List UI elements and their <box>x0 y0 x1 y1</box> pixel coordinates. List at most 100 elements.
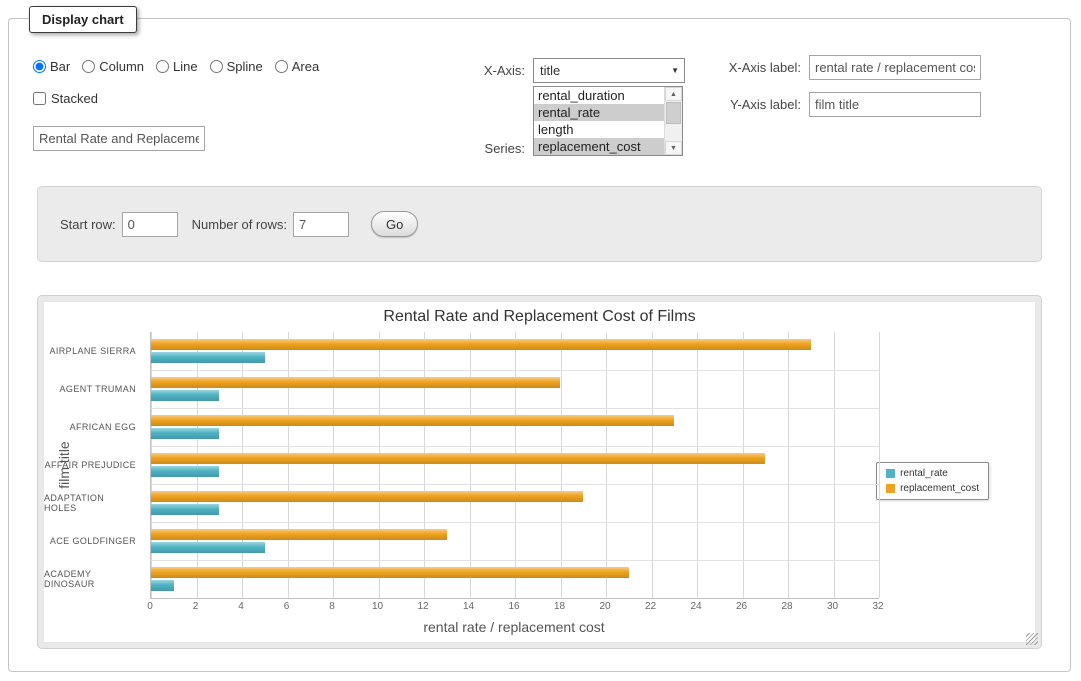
num-rows-label: Number of rows: <box>192 217 287 232</box>
xtick-label: 14 <box>463 601 474 612</box>
chart: Rental Rate and Replacement Cost of Film… <box>44 302 1035 642</box>
rows-panel: Start row: Number of rows: Go <box>37 186 1042 262</box>
legend-swatch-icon <box>886 469 895 478</box>
stacked-option[interactable]: Stacked <box>33 91 98 106</box>
xaxis-field-label: X-Axis: <box>439 63 525 78</box>
xtick-label: 8 <box>329 601 335 612</box>
chart-type-option-bar[interactable]: Bar <box>33 59 70 74</box>
bar-group <box>151 332 879 370</box>
category-label: ACE GOLDFINGER <box>44 522 144 560</box>
xtick-label: 28 <box>781 601 792 612</box>
legend-swatch-icon <box>886 484 895 493</box>
legend-label: rental_rate <box>900 468 948 479</box>
chart-type-label: Bar <box>50 59 70 74</box>
bar-rental_rate[interactable] <box>151 428 219 439</box>
xtick-label: 24 <box>690 601 701 612</box>
chart-title: Rental Rate and Replacement Cost of Film… <box>44 308 1035 326</box>
go-button[interactable]: Go <box>371 211 418 237</box>
bar-rental_rate[interactable] <box>151 352 265 363</box>
bar-replacement_cost[interactable] <box>151 377 560 388</box>
series-field-label: Series: <box>439 141 525 156</box>
xaxis-select-value: title <box>540 63 560 78</box>
xtick-label: 12 <box>417 601 428 612</box>
chart-type-options: Bar Column Line Spline Area <box>33 59 331 74</box>
xtick-label: 6 <box>284 601 290 612</box>
chart-type-radio-bar[interactable] <box>33 60 46 73</box>
category-label: ACADEMY DINOSAUR <box>44 560 144 598</box>
series-option[interactable]: replacement_cost <box>534 138 665 155</box>
xtick-label: 32 <box>872 601 883 612</box>
bar-group <box>151 408 879 446</box>
category-label: AFRICAN EGG <box>44 408 144 446</box>
scrollbar-track[interactable] <box>665 125 682 141</box>
chart-legend: rental_rate replacement_cost <box>876 462 989 500</box>
start-row-label: Start row: <box>60 217 116 232</box>
series-option[interactable]: length <box>534 121 665 138</box>
gridline <box>879 332 880 598</box>
chart-type-radio-column[interactable] <box>82 60 95 73</box>
bar-rental_rate[interactable] <box>151 542 265 553</box>
chart-title-input[interactable] <box>33 126 205 151</box>
bar-group <box>151 370 879 408</box>
category-label: AIRPLANE SIERRA <box>44 332 144 370</box>
bar-replacement_cost[interactable] <box>151 567 629 578</box>
xaxis-ticks: 02468101214161820222426283032 <box>150 601 878 614</box>
legend-label: replacement_cost <box>900 483 979 494</box>
bar-rental_rate[interactable] <box>151 580 174 591</box>
num-rows-input[interactable] <box>293 212 349 237</box>
xtick-label: 20 <box>599 601 610 612</box>
xtick-label: 30 <box>827 601 838 612</box>
xtick-label: 26 <box>736 601 747 612</box>
xtick-label: 2 <box>193 601 199 612</box>
display-chart-panel: Display chart Bar Column Line Spline Are… <box>8 18 1071 672</box>
xtick-label: 18 <box>554 601 565 612</box>
bar-replacement_cost[interactable] <box>151 491 583 502</box>
category-label: AFFAIR PREJUDICE <box>44 446 144 484</box>
bar-rental_rate[interactable] <box>151 390 219 401</box>
start-row-input[interactable] <box>122 212 178 237</box>
stacked-label: Stacked <box>51 91 98 106</box>
xtick-label: 16 <box>508 601 519 612</box>
stacked-checkbox[interactable] <box>33 92 46 105</box>
bar-rental_rate[interactable] <box>151 504 219 515</box>
xtick-label: 0 <box>147 601 153 612</box>
chart-type-option-area[interactable]: Area <box>275 59 319 74</box>
xaxis-title: rental rate / replacement cost <box>150 619 878 635</box>
category-label: ADAPTATION HOLES <box>44 484 144 522</box>
chart-type-option-column[interactable]: Column <box>82 59 144 74</box>
plot-area <box>150 332 879 599</box>
chart-type-label: Line <box>173 59 198 74</box>
chart-type-label: Area <box>292 59 319 74</box>
bar-replacement_cost[interactable] <box>151 415 674 426</box>
chart-type-radio-spline[interactable] <box>210 60 223 73</box>
chart-type-option-line[interactable]: Line <box>156 59 198 74</box>
category-labels: AIRPLANE SIERRAAGENT TRUMANAFRICAN EGGAF… <box>44 332 144 598</box>
chart-type-radio-line[interactable] <box>156 60 169 73</box>
xtick-label: 10 <box>372 601 383 612</box>
bar-group <box>151 522 879 560</box>
bar-group <box>151 446 879 484</box>
bar-group <box>151 484 879 522</box>
bar-rental_rate[interactable] <box>151 466 219 477</box>
resize-handle[interactable] <box>1026 633 1038 645</box>
bar-replacement_cost[interactable] <box>151 529 447 540</box>
legend-item-rental_rate[interactable]: rental_rate <box>886 468 979 479</box>
chart-panel: Rental Rate and Replacement Cost of Film… <box>37 295 1042 649</box>
chart-type-label: Column <box>99 59 144 74</box>
xtick-label: 22 <box>645 601 656 612</box>
legend-item-replacement_cost[interactable]: replacement_cost <box>886 483 979 494</box>
xtick-label: 4 <box>238 601 244 612</box>
yaxis-label-input[interactable] <box>809 92 981 117</box>
chart-type-option-spline[interactable]: Spline <box>210 59 263 74</box>
bar-replacement_cost[interactable] <box>151 453 765 464</box>
scroll-down-icon[interactable]: ▼ <box>665 141 682 155</box>
yaxis-label-field-label: Y-Axis label: <box>645 97 801 112</box>
panel-title: Display chart <box>29 6 137 33</box>
bar-replacement_cost[interactable] <box>151 339 811 350</box>
xaxis-label-field-label: X-Axis label: <box>645 60 801 75</box>
chart-type-radio-area[interactable] <box>275 60 288 73</box>
xaxis-label-input[interactable] <box>809 55 981 80</box>
chart-type-label: Spline <box>227 59 263 74</box>
bar-group <box>151 560 879 598</box>
category-label: AGENT TRUMAN <box>44 370 144 408</box>
